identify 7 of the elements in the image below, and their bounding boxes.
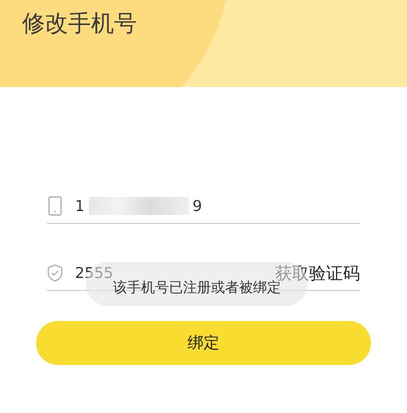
phone-icon: [47, 196, 63, 216]
phone-field[interactable]: 1 9: [47, 189, 360, 224]
phone-number-start: 1: [75, 197, 85, 215]
bind-button[interactable]: 绑定: [36, 321, 371, 365]
shield-check-icon: [47, 263, 63, 283]
page-title: 修改手机号: [21, 10, 138, 39]
phone-number-end: 9: [192, 197, 202, 215]
